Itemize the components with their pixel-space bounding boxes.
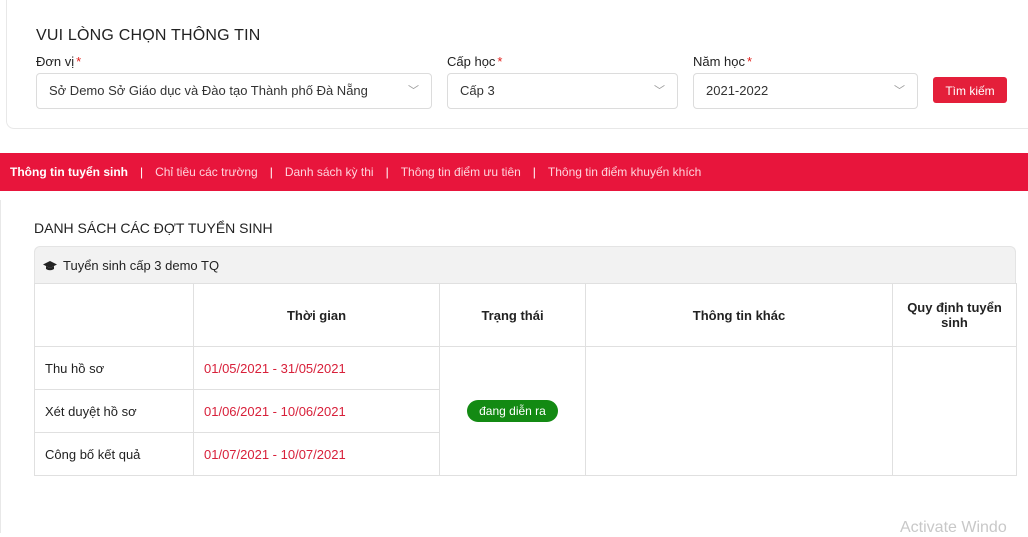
filter-title: VUI LÒNG CHỌN THÔNG TIN [36, 27, 261, 44]
column-header-other-info: Thông tin khác [585, 283, 893, 347]
tab-separator: | [269, 165, 273, 179]
column-header-time: Thời gian [193, 283, 440, 347]
column-header-status: Trạng thái [439, 283, 586, 347]
period-cell: 01/05/2021 - 31/05/2021 [193, 346, 440, 390]
stage-cell: Công bố kết quả [34, 432, 194, 476]
period-cell: 01/07/2021 - 10/07/2021 [193, 432, 440, 476]
tab-encouragement-points[interactable]: Thông tin điểm khuyến khích [548, 165, 701, 179]
tab-admission-info[interactable]: Thông tin tuyển sinh [10, 165, 128, 179]
search-button[interactable]: Tìm kiếm [933, 77, 1007, 103]
admission-round-panel: Tuyển sinh cấp 3 demo TQ Thời gian Trạng… [34, 246, 1017, 477]
stage-cell: Xét duyệt hồ sơ [34, 389, 194, 433]
graduation-cap-icon [43, 247, 59, 284]
tab-list: Thông tin tuyển sinh | Chỉ tiêu các trườ… [10, 153, 701, 191]
required-mark: * [747, 54, 753, 69]
tab-separator: | [139, 165, 144, 179]
section-title: DANH SÁCH CÁC ĐỢT TUYỂN SINH [34, 220, 273, 236]
table-header-row: Thời gian Trạng thái Thông tin khác Quy … [34, 283, 1017, 347]
unit-select[interactable]: Sở Demo Sở Giáo dục và Đào tạo Thành phố… [36, 73, 432, 109]
chevron-down-icon: ﹀ [654, 85, 665, 97]
year-select-value: 2021-2022 [706, 83, 769, 98]
table-row: Thu hồ sơ 01/05/2021 - 31/05/2021 đang d… [34, 346, 1017, 476]
year-select[interactable]: 2021-2022 ﹀ [693, 73, 918, 109]
page-edge [0, 200, 1, 533]
admission-table: Thời gian Trạng thái Thông tin khác Quy … [34, 283, 1017, 476]
tab-school-quotas[interactable]: Chỉ tiêu các trường [155, 165, 258, 179]
regulations-cell [892, 346, 1017, 476]
panel-header: Tuyển sinh cấp 3 demo TQ [34, 246, 1016, 283]
status-badge: đang diễn ra [467, 400, 558, 422]
chevron-down-icon: ﹀ [894, 85, 905, 97]
panel-title: Tuyển sinh cấp 3 demo TQ [63, 258, 220, 273]
chevron-down-icon: ﹀ [408, 85, 419, 97]
level-select-value: Cấp 3 [460, 83, 495, 98]
unit-label: Đơn vị * [36, 54, 81, 69]
level-label-text: Cấp học [447, 54, 496, 69]
activation-watermark: Activate Windo [900, 519, 1007, 536]
stage-cell: Thu hồ sơ [34, 346, 194, 390]
tab-separator: | [532, 165, 536, 179]
year-label: Năm học * [693, 54, 752, 69]
required-mark: * [497, 54, 503, 69]
other-info-cell [585, 346, 893, 476]
filter-panel [6, 0, 1028, 129]
column-header [34, 283, 194, 347]
year-label-text: Năm học [693, 54, 746, 69]
tab-separator: | [385, 165, 389, 179]
tab-bar: Thông tin tuyển sinh | Chỉ tiêu các trườ… [0, 153, 1028, 191]
tab-priority-points[interactable]: Thông tin điểm ưu tiên [401, 165, 521, 179]
column-header-regulations: Quy định tuyển sinh [892, 283, 1017, 347]
tab-exam-list[interactable]: Danh sách kỳ thi [285, 165, 374, 179]
required-mark: * [76, 54, 82, 69]
level-select[interactable]: Cấp 3 ﹀ [447, 73, 678, 109]
unit-select-value: Sở Demo Sở Giáo dục và Đào tạo Thành phố… [49, 83, 368, 98]
unit-label-text: Đơn vị [36, 54, 75, 69]
period-cell: 01/06/2021 - 10/06/2021 [193, 389, 440, 433]
level-label: Cấp học * [447, 54, 502, 69]
status-cell: đang diễn ra [439, 346, 586, 476]
